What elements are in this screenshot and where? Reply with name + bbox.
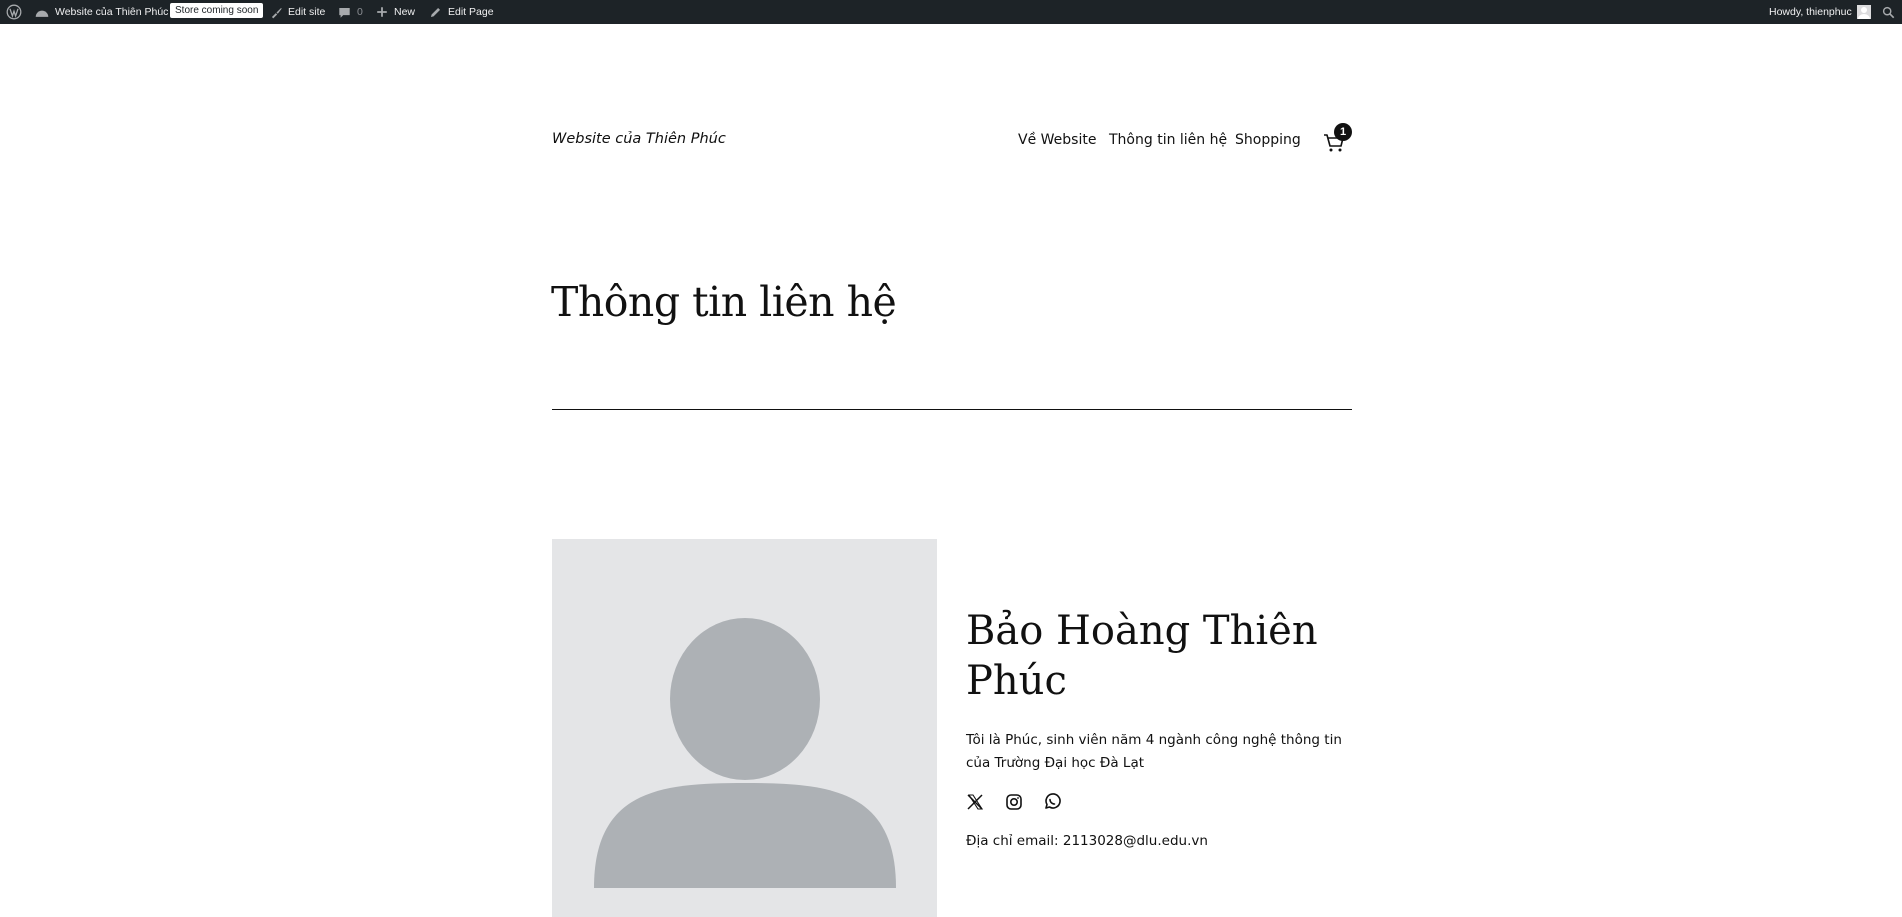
new-content-link[interactable]: New <box>376 0 415 24</box>
dashboard-icon <box>35 6 49 18</box>
nav-item-ve-website[interactable]: Về Website <box>1018 132 1096 148</box>
comments-count: 0 <box>357 6 363 18</box>
person-name: Bảo Hoàng Thiên Phúc <box>966 608 1318 704</box>
brush-icon <box>270 6 283 19</box>
separator <box>552 409 1352 410</box>
nav-item-shopping[interactable]: Shopping <box>1235 132 1301 148</box>
comments-link[interactable]: 0 <box>338 0 363 24</box>
edit-site-link[interactable]: Edit site <box>270 0 325 24</box>
site-title-link[interactable]: Website của Thiên Phúc <box>552 131 726 147</box>
admin-bar: Website của Thiên Phúc Store coming soon… <box>0 0 1902 24</box>
whatsapp-icon[interactable] <box>1043 793 1061 811</box>
x-icon[interactable] <box>966 793 984 811</box>
account-menu[interactable]: Howdy, thienphuc <box>1769 0 1871 24</box>
comment-icon <box>338 6 351 19</box>
search-icon[interactable] <box>1882 0 1895 24</box>
wordpress-icon[interactable] <box>6 0 22 24</box>
page-title: Thông tin liên hệ <box>551 278 897 326</box>
site-name-link[interactable]: Website của Thiên Phúc <box>35 0 168 24</box>
site-name-label: Website của Thiên Phúc <box>55 6 169 18</box>
store-status-badge[interactable]: Store coming soon <box>170 3 264 18</box>
cart-count-badge: 1 <box>1334 123 1352 141</box>
bio-text: Tôi là Phúc, sinh viên năm 4 ngành công … <box>966 732 1342 771</box>
edit-page-link[interactable]: Edit Page <box>429 0 494 24</box>
avatar-placeholder-icon <box>594 618 896 888</box>
instagram-icon[interactable] <box>1005 793 1023 811</box>
profile-image <box>552 539 937 917</box>
pencil-icon <box>429 6 442 19</box>
email-text: Địa chỉ email: 2113028@dlu.edu.vn <box>966 833 1208 849</box>
edit-site-label: Edit site <box>288 6 326 18</box>
nav-item-thong-tin-lien-he[interactable]: Thông tin liên hệ <box>1109 132 1227 148</box>
edit-page-label: Edit Page <box>448 6 494 18</box>
user-avatar-icon <box>1856 5 1871 19</box>
howdy-label: Howdy, thienphuc <box>1769 6 1852 18</box>
plus-icon <box>376 6 388 18</box>
new-label: New <box>394 6 416 18</box>
